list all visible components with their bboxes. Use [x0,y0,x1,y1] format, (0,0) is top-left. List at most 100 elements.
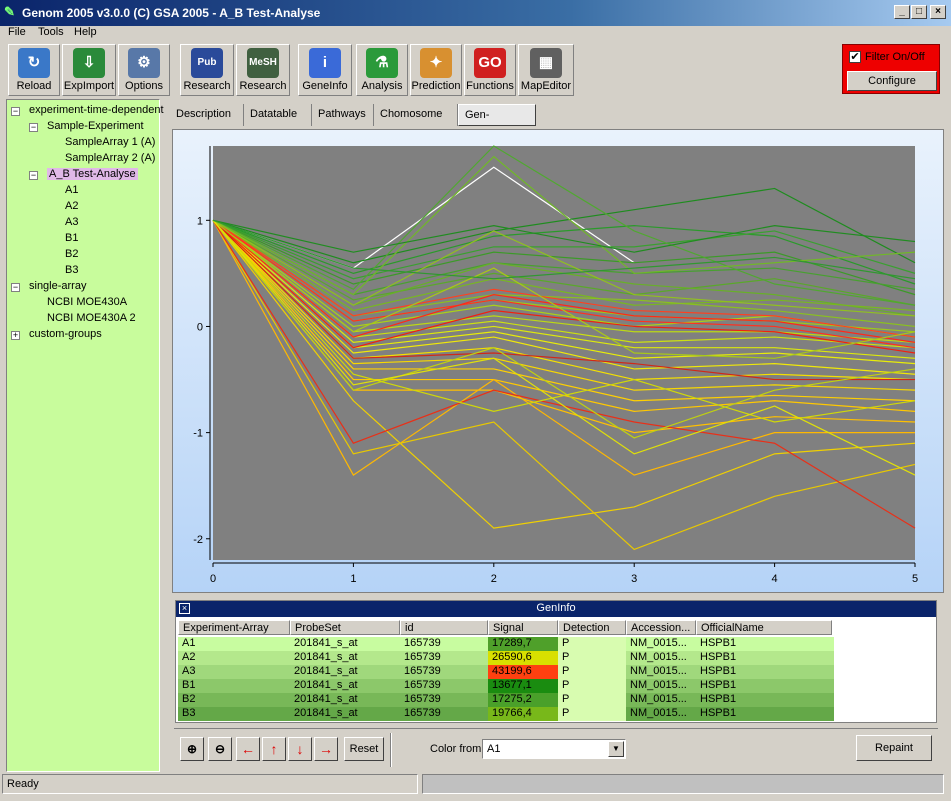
toolbar-button-functions-8[interactable]: GO Functions [464,44,516,96]
collapse-icon[interactable]: − [29,171,38,180]
chevron-down-icon[interactable]: ▼ [608,741,624,757]
column-header[interactable]: id [400,620,488,635]
tab-gen-process[interactable]: Gen-Process [458,104,536,141]
table-row[interactable]: B1 201841_s_at 165739 13677,1 P NM_0015... HSP… [178,679,834,693]
table-cell: 165739 [404,707,441,719]
table-cell: 201841_s_at [294,637,358,649]
window-title: Genom 2005 v3.0.0 (C) GSA 2005 - A_B Tes… [22,6,321,20]
tree-item[interactable]: B1 [65,232,78,244]
table-cell: A2 [182,651,196,663]
toolbar-label: MapEditor [520,80,572,92]
zoom-in-icon[interactable]: ⊕ [180,737,204,761]
configure-button[interactable]: Configure [847,71,937,91]
tab-pathways[interactable]: Pathways [312,104,374,126]
tab-description[interactable]: Description [170,104,244,126]
experiment-tree: − experiment-time-dependent − Sample-Experi… [6,99,164,772]
minimize-button[interactable]: _ [894,5,910,19]
x-tick-label: 3 [631,573,637,585]
expand-icon[interactable]: + [11,331,20,340]
tree-item[interactable]: NCBI MOE430A 2 [47,312,136,324]
column-header[interactable]: OfficialName [696,620,832,635]
toolbar-button-mapeditor-9[interactable]: ▦ MapEditor [518,44,574,96]
toolbar-button-analysis-6[interactable]: ⚗ Analysis [356,44,408,96]
toolbar-button-research-3[interactable]: Pub Research [180,44,234,96]
arrow-left-icon[interactable]: ← [236,737,260,761]
table-cell: 165739 [404,693,441,705]
table-row[interactable]: B3 201841_s_at 165739 19766,4 P NM_0015... HSP… [178,707,834,721]
toolbar-button-prediction-7[interactable]: ✦ Prediction [410,44,462,96]
collapse-icon[interactable]: − [11,283,20,292]
tab-datatable[interactable]: Datatable [244,104,312,126]
toolbar-button-options-2[interactable]: ⚙ Options [118,44,170,96]
arrow-up-icon[interactable]: ↑ [262,737,286,761]
menu-tools[interactable]: Tools [38,26,64,38]
tree-item[interactable]: custom-groups [29,328,102,340]
toolbar-button-expimport-1[interactable]: ⇩ ExpImport [62,44,116,96]
table-cell: 201841_s_at [294,707,358,719]
y-tick-label: 0 [197,321,203,333]
table-row[interactable]: A1 201841_s_at 165739 17289,7 P NM_0015... HSP… [178,637,834,651]
tree-item[interactable]: A1 [65,184,78,196]
table-cell: NM_0015... [626,651,696,665]
filter-checkbox[interactable]: ✔ [849,51,861,63]
tree-item[interactable]: single-array [29,280,86,292]
reload-icon: ↻ [18,48,50,78]
column-header[interactable]: Detection [558,620,626,635]
menu-file[interactable]: File [8,26,26,38]
arrow-right-icon[interactable]: → [314,737,338,761]
info-icon: i [309,48,341,78]
status-text: Ready [2,774,418,794]
tree-item[interactable]: B2 [65,248,78,260]
toolbar-label: Reload [16,80,52,92]
x-tick-label: 0 [210,573,216,585]
close-icon[interactable]: × [179,603,190,614]
tree-item[interactable]: Sample-Experiment [47,120,144,132]
table-cell: P [558,679,626,693]
table-row[interactable]: A3 201841_s_at 165739 43199,6 P NM_0015... HSP… [178,665,834,679]
line-chart: 0 1 2 3 4 5 1 0 -1 -2 [193,145,918,585]
zoom-out-icon[interactable]: ⊖ [208,737,232,761]
tab-chomosome[interactable]: Chomosome [374,104,458,126]
toolbar-label: Options [125,80,163,92]
tree-item[interactable]: SampleArray 1 (A) [65,136,155,148]
arrow-down-icon[interactable]: ↓ [288,737,312,761]
x-tick-label: 5 [912,573,918,585]
table-cell: P [558,693,626,707]
tree-item[interactable]: A_B Test-Analyse [47,168,138,180]
menu-help[interactable]: Help [74,26,97,38]
collapse-icon[interactable]: − [11,107,20,116]
table-row[interactable]: A2 201841_s_at 165739 26590,6 P NM_0015... HSP… [178,651,834,665]
tree-item[interactable]: B3 [65,264,78,276]
tree-item[interactable]: SampleArray 2 (A) [65,152,155,164]
import-icon: ⇩ [73,48,105,78]
column-header[interactable]: ProbeSet [290,620,400,635]
tree-item[interactable]: NCBI MOE430A [47,296,127,308]
tree-item[interactable]: A3 [65,216,78,228]
toolbar-label: Functions [466,80,514,92]
toolbar-button-reload-0[interactable]: ↻ Reload [8,44,60,96]
reset-button[interactable]: Reset [344,737,384,761]
table-cell: 165739 [404,665,441,677]
status-progress [422,774,944,794]
toolbar-button-geneinfo-5[interactable]: i GeneInfo [298,44,352,96]
wand-icon: ✦ [420,48,452,78]
collapse-icon[interactable]: − [29,123,38,132]
maximize-button[interactable]: □ [911,5,927,19]
toolbar-button-research-4[interactable]: MeSH Research [236,44,290,96]
x-tick-label: 2 [491,573,497,585]
table-cell: A3 [182,665,196,677]
column-header[interactable]: Signal [488,620,558,635]
column-header[interactable]: Experiment-Array [178,620,290,635]
repaint-button[interactable]: Repaint [856,735,932,761]
close-button[interactable]: × [930,5,946,19]
table-row[interactable]: B2 201841_s_at 165739 17275,2 P NM_0015... HSP… [178,693,834,707]
color-from-select[interactable]: A1 ▼ [482,739,626,759]
tree-item[interactable]: experiment-time-dependent [29,104,164,116]
table-cell: B1 [182,679,196,691]
column-header[interactable]: Accession... [626,620,696,635]
tree-item[interactable]: A2 [65,200,78,212]
table-cell: 165739 [404,679,441,691]
toolbar-label: Prediction [411,80,461,92]
table-cell: 201841_s_at [294,665,358,677]
x-tick-label: 4 [772,573,778,585]
